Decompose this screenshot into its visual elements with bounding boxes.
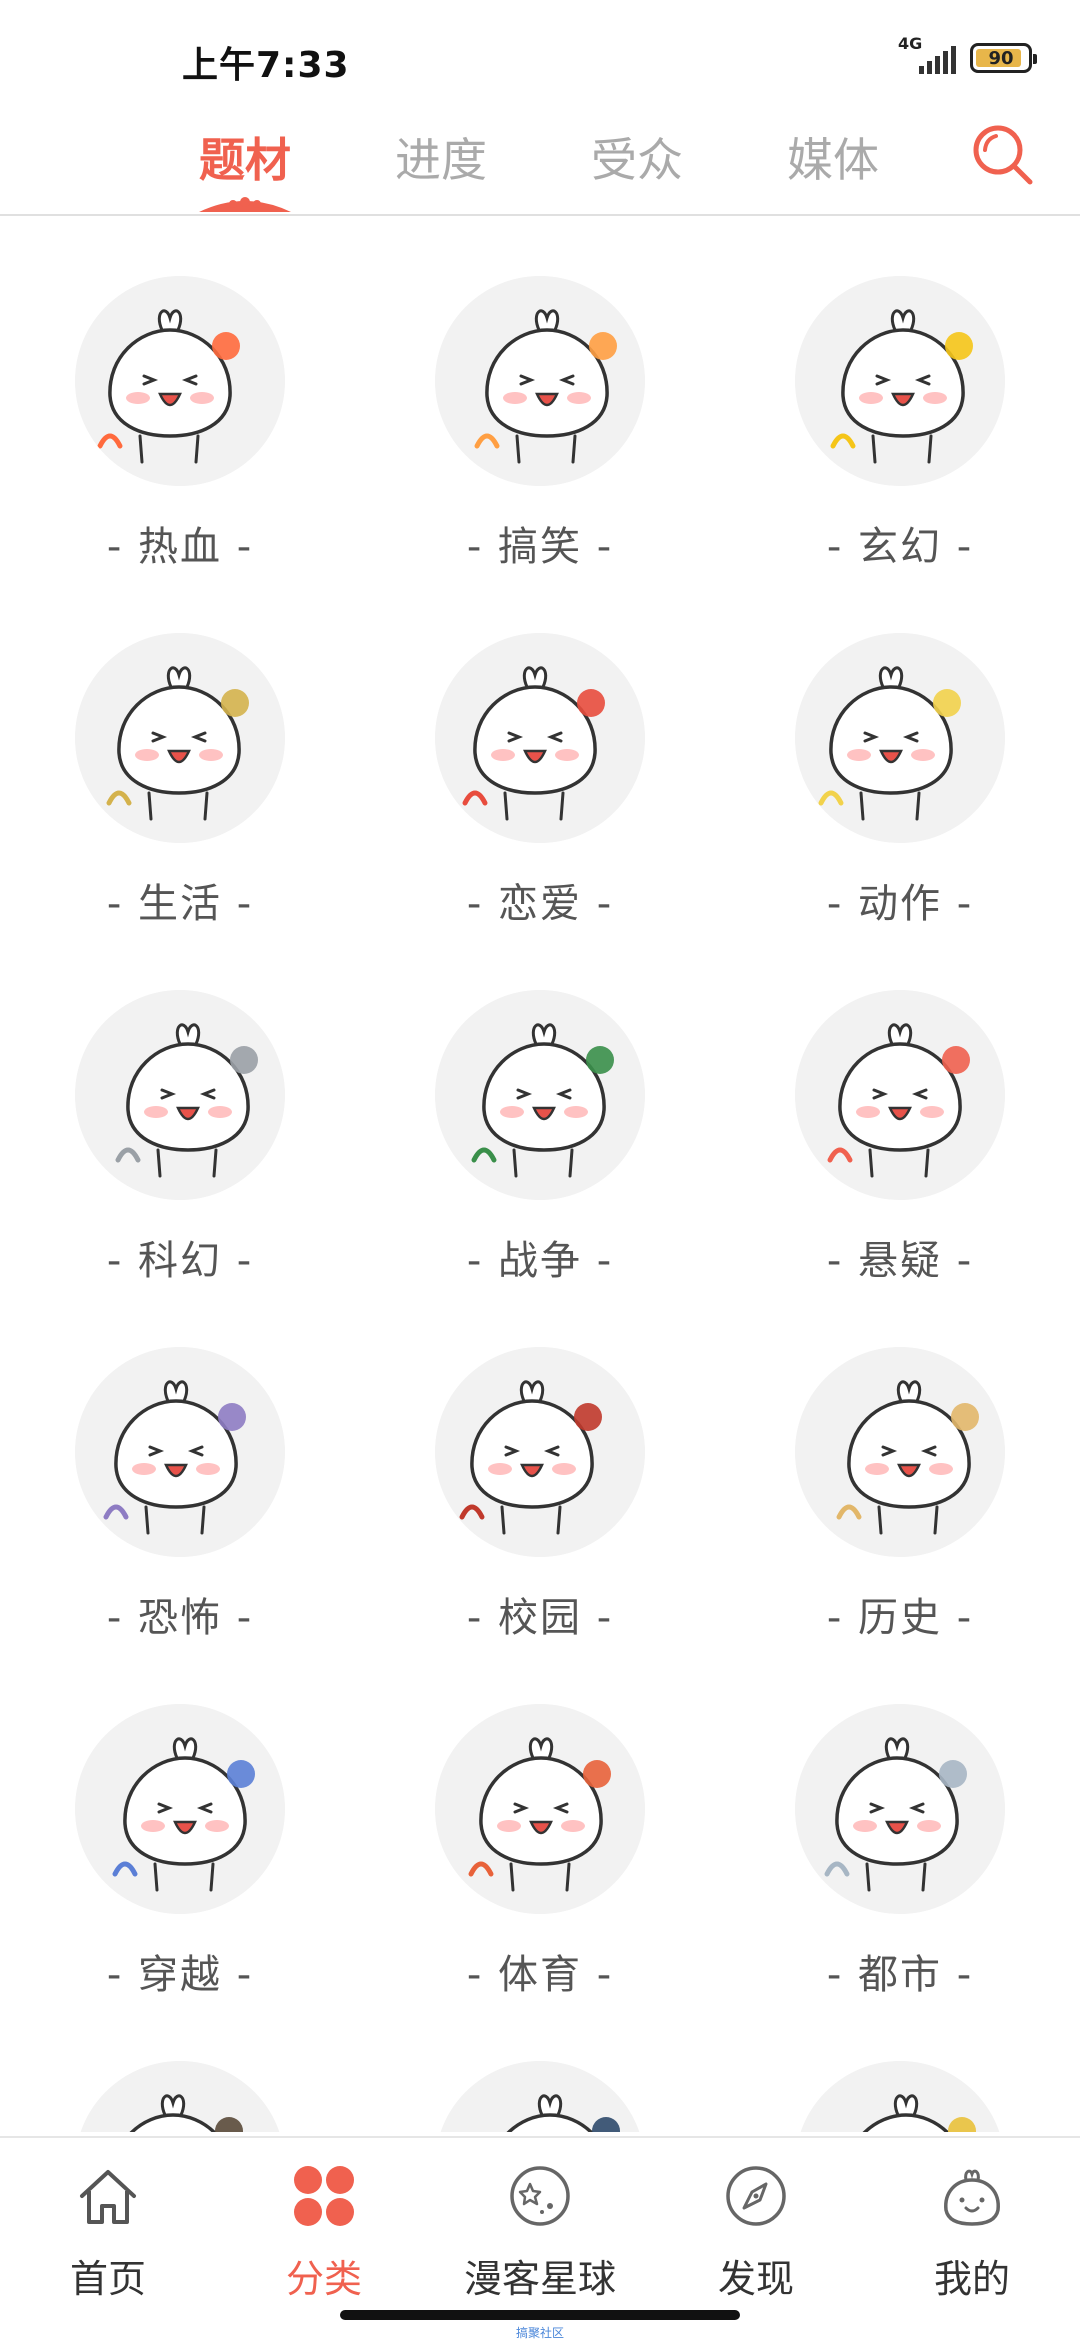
history-mascot-icon bbox=[795, 1347, 1005, 1557]
active-tab-indicator bbox=[199, 197, 291, 212]
tab-media[interactable]: 媒体 bbox=[758, 124, 908, 190]
category-label: - 科幻 - bbox=[106, 1238, 254, 1284]
tab-label: 媒体 bbox=[787, 133, 879, 187]
category-label: - 动作 - bbox=[826, 881, 974, 927]
category-label: - 历史 - bbox=[826, 1595, 974, 1641]
status-indicators: 4G 90 bbox=[898, 34, 1037, 78]
category-label: - 体育 - bbox=[466, 1952, 614, 1998]
search-icon[interactable] bbox=[968, 120, 1038, 190]
tab-label: 题材 bbox=[199, 133, 291, 187]
nav-planet[interactable]: 漫客星球 bbox=[432, 2150, 648, 2301]
sports-mascot-icon bbox=[435, 1704, 645, 1914]
category-item[interactable] bbox=[0, 2057, 360, 2132]
category-label: - 玄幻 - bbox=[826, 524, 974, 570]
romance-mascot-icon bbox=[435, 633, 645, 843]
scifi-mascot-icon bbox=[75, 990, 285, 1200]
nav-label: 漫客星球 bbox=[463, 2257, 616, 2301]
tab-progress[interactable]: 进度 bbox=[366, 124, 516, 190]
campus-mascot-icon bbox=[435, 1347, 645, 1557]
action-mascot-icon bbox=[795, 633, 1005, 843]
category-label: - 恐怖 - bbox=[106, 1595, 254, 1641]
fantasy-mascot-icon bbox=[795, 276, 1005, 486]
category-grid: - 热血 - - 搞笑 - - 玄幻 - - 生活 - - 恋爱 - - 动作 … bbox=[0, 272, 1080, 2132]
nav-mine[interactable]: 我的 bbox=[864, 2150, 1080, 2301]
mystery-mascot-icon bbox=[795, 990, 1005, 1200]
category-label: - 穿越 - bbox=[106, 1952, 254, 1998]
horror-mascot-icon bbox=[75, 1347, 285, 1557]
category-item[interactable]: - 恐怖 - bbox=[0, 1343, 360, 1698]
nav-label: 分类 bbox=[285, 2257, 362, 2301]
nav-label: 首页 bbox=[69, 2257, 146, 2301]
time-travel-mascot-icon bbox=[75, 1704, 285, 1914]
category-icon bbox=[294, 2166, 354, 2226]
urban-mascot-icon bbox=[795, 1704, 1005, 1914]
category-item[interactable]: - 生活 - bbox=[0, 629, 360, 984]
category-item[interactable]: - 动作 - bbox=[720, 629, 1080, 984]
war-mascot-icon bbox=[435, 990, 645, 1200]
category-item[interactable]: - 体育 - bbox=[360, 1700, 720, 2055]
category-item[interactable]: - 搞笑 - bbox=[360, 272, 720, 627]
category-label: - 校园 - bbox=[466, 1595, 614, 1641]
category-label: - 战争 - bbox=[466, 1238, 614, 1284]
watermark: 搞聚社区 bbox=[515, 2326, 564, 2340]
nav-label: 我的 bbox=[933, 2257, 1010, 2301]
tab-subject[interactable]: 题材 bbox=[170, 124, 320, 212]
category-item[interactable]: - 悬疑 - bbox=[720, 986, 1080, 1341]
category-item[interactable] bbox=[720, 2057, 1080, 2132]
battery-icon: 90 bbox=[970, 43, 1037, 73]
status-time: 上午7:33 bbox=[182, 45, 350, 86]
category-item[interactable] bbox=[360, 2057, 720, 2132]
category-item[interactable]: - 科幻 - bbox=[0, 986, 360, 1341]
category-item[interactable]: - 穿越 - bbox=[0, 1700, 360, 2055]
hot-blooded-mascot-icon bbox=[75, 276, 285, 486]
category-label: - 恋爱 - bbox=[466, 881, 614, 927]
category-item[interactable]: - 都市 - bbox=[720, 1700, 1080, 2055]
category-item[interactable]: - 历史 - bbox=[720, 1343, 1080, 1698]
category-label: - 悬疑 - bbox=[826, 1238, 974, 1284]
category-label: - 生活 - bbox=[106, 881, 254, 927]
category-label: - 热血 - bbox=[106, 524, 254, 570]
planet-icon bbox=[510, 2166, 570, 2226]
nav-category[interactable]: 分类 bbox=[216, 2150, 432, 2301]
home-indicator[interactable] bbox=[340, 2310, 740, 2320]
category-label: - 搞笑 - bbox=[466, 524, 614, 570]
category-item[interactable]: - 校园 - bbox=[360, 1343, 720, 1698]
status-bar: 上午7:33 4G 90 bbox=[0, 0, 1080, 100]
category-tabs: 题材 进度 受众 媒体 bbox=[0, 110, 1080, 216]
partial-mascot-icon bbox=[75, 2061, 285, 2132]
compass-icon bbox=[726, 2166, 786, 2226]
tab-label: 受众 bbox=[591, 133, 683, 187]
category-item[interactable]: - 热血 - bbox=[0, 272, 360, 627]
home-icon bbox=[80, 2170, 136, 2224]
category-label: - 都市 - bbox=[826, 1952, 974, 1998]
daily-life-mascot-icon bbox=[75, 633, 285, 843]
category-item[interactable]: - 恋爱 - bbox=[360, 629, 720, 984]
partial-mascot-icon bbox=[795, 2061, 1005, 2132]
tab-audience[interactable]: 受众 bbox=[562, 124, 712, 190]
category-item[interactable]: - 玄幻 - bbox=[720, 272, 1080, 627]
nav-home[interactable]: 首页 bbox=[0, 2150, 216, 2301]
category-item[interactable]: - 战争 - bbox=[360, 986, 720, 1341]
nav-label: 发现 bbox=[717, 2257, 794, 2301]
partial-mascot-icon bbox=[435, 2061, 645, 2132]
comedy-mascot-icon bbox=[435, 276, 645, 486]
nav-discover[interactable]: 发现 bbox=[648, 2150, 864, 2301]
profile-mascot-icon bbox=[944, 2169, 1000, 2226]
tab-label: 进度 bbox=[395, 133, 487, 187]
battery-level: 90 bbox=[988, 47, 1014, 69]
signal-icon: 4G bbox=[898, 34, 956, 76]
